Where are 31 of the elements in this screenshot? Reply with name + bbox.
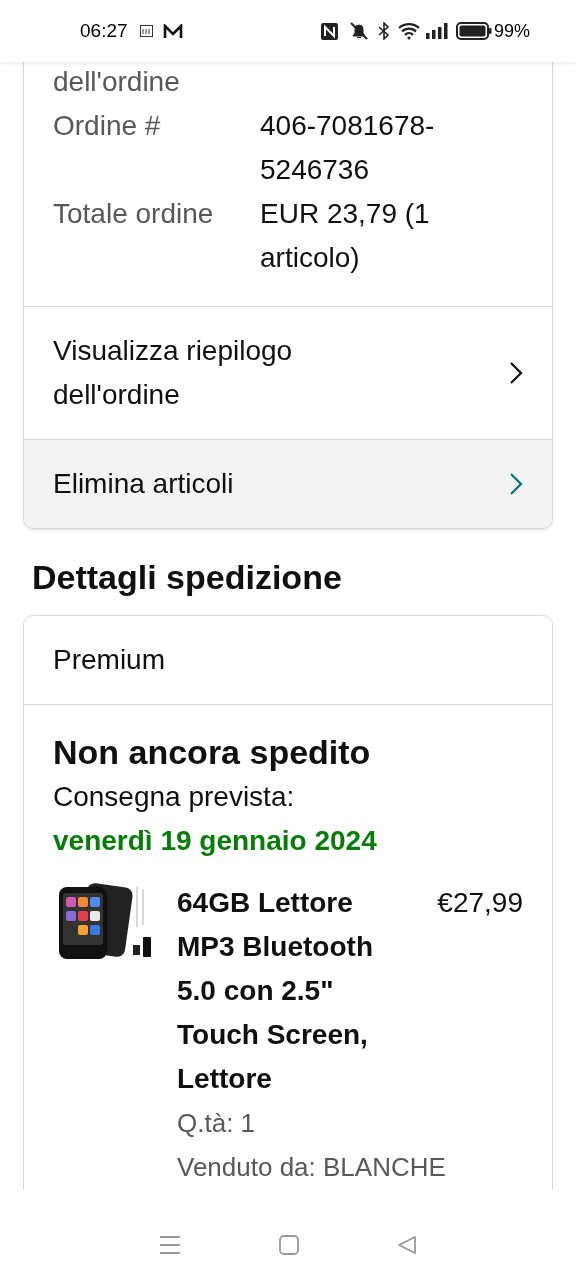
product-title[interactable]: 64GB Lettore MP3 Bluetooth 5.0 con 2.5" Touch Screen, Lettore [177, 881, 407, 1101]
link-row[interactable]: Visualizza riepilogo dell'ordine [24, 306, 552, 439]
shipping-service: Premium [53, 644, 165, 675]
field-label: Ordine # [53, 109, 162, 143]
link-row[interactable]: Elimina articoli [24, 439, 552, 528]
battery-icon [455, 22, 492, 40]
clock-time: 06:27 [80, 18, 128, 43]
quantity: Q.tà: 1 [177, 1107, 257, 1140]
battery-percent: 99% [493, 19, 530, 43]
seller: Venduto da: BLANCHE [177, 1151, 447, 1184]
field-label: Totale ordine [53, 197, 215, 231]
wifi-icon [397, 22, 422, 40]
section-heading: Dettagli spedizione [32, 557, 343, 598]
delivery-label: Consegna prevista: [53, 780, 296, 814]
chevron-right-icon [509, 472, 523, 496]
mail-icon [162, 23, 183, 39]
field-value: EUR 23,79 (1 articolo) [260, 197, 431, 275]
back-icon[interactable] [397, 1235, 417, 1255]
chevron-right-icon [509, 361, 523, 385]
product-price: €27,99 [437, 886, 523, 920]
menu-icon[interactable] [159, 1235, 181, 1255]
signal-icon [425, 23, 448, 39]
bluetooth-icon [377, 22, 390, 40]
nfc-icon [320, 22, 338, 40]
field-label: dell'ordine [53, 65, 181, 99]
shipment-status: Non ancora spedito [53, 732, 372, 773]
link-label: Visualizza riepilogo dell'ordine [53, 334, 294, 412]
delivery-date: venerdì 19 gennaio 2024 [53, 824, 378, 858]
field-value: 406-7081678-5246736 [260, 109, 436, 187]
link-label: Elimina articoli [53, 467, 235, 501]
home-icon[interactable] [279, 1235, 299, 1255]
